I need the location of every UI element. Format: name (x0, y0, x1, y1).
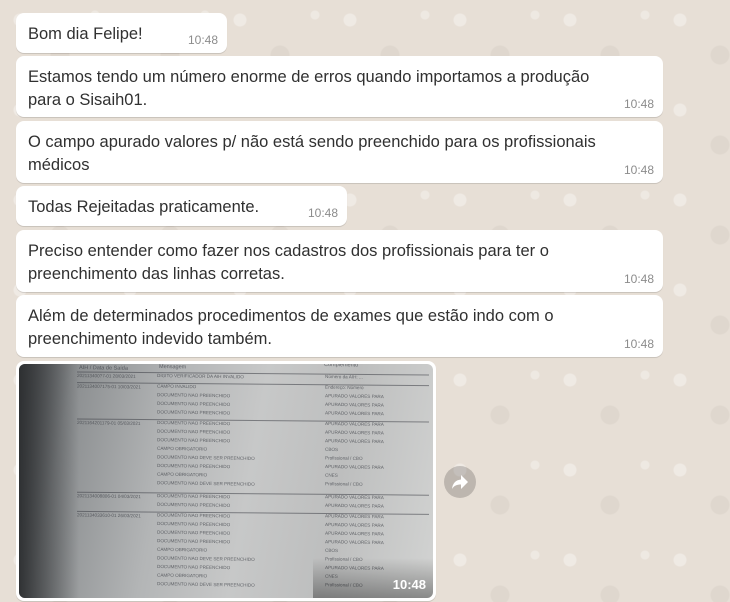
doc-complement: APURADO VALORES PARA (325, 410, 385, 416)
doc-complement: Profissional / CBO (325, 481, 363, 487)
message-text: Estamos tendo um número enorme de erros … (28, 68, 590, 109)
doc-complement: APURADO VALORES PARA (325, 531, 385, 537)
doc-complement: APURADO VALORES PARA (325, 503, 385, 509)
doc-complement: APURADO VALORES PARA (325, 539, 385, 545)
message-bubble[interactable]: Estamos tendo um número enorme de erros … (16, 56, 663, 117)
doc-complement: CBOS (325, 548, 338, 553)
message-text: Bom dia Felipe! (28, 25, 143, 43)
doc-message: DOCUMENTO NAO PREENCHIDO (157, 502, 231, 508)
doc-message: CAMPO OBRIGATORIO (157, 446, 208, 452)
message-time: 10:48 (307, 206, 338, 220)
document-photo[interactable]: AIH / Data de Saída Mensagem Complemento 20… (19, 364, 433, 598)
doc-complement: CNES (325, 473, 338, 478)
image-message[interactable]: AIH / Data de Saída Mensagem Complemento 20… (16, 361, 436, 601)
doc-aih: 2021134007175-01 10/03/2021 (77, 384, 141, 390)
doc-complement: APURADO VALORES PARA (325, 513, 385, 519)
doc-message: DOCUMENTO NAO DEVE SER PREENCHIDO (157, 480, 255, 487)
message-time: 10:48 (623, 337, 654, 351)
doc-complement: APURADO VALORES PARA (325, 430, 385, 436)
doc-message: DOCUMENTO NAO DEVE SER PREENCHIDO (157, 454, 255, 461)
doc-message: DOCUMENTO NAO PREENCHIDO (157, 463, 231, 469)
doc-complement: APURADO VALORES PARA (325, 421, 385, 427)
doc-message: DOCUMENTO NAO PREENCHIDO (157, 521, 231, 527)
doc-message: DOCUMENTO NAO PREENCHIDO (157, 437, 231, 443)
message-text: Além de determinados procedimentos de ex… (28, 307, 554, 348)
doc-message: DOCUMENTO NAO DEVE SER PREENCHIDO (157, 581, 255, 588)
doc-message: DOCUMENTO NAO PREENCHIDO (157, 538, 231, 544)
forward-button[interactable] (444, 466, 476, 498)
message-time: 10:48 (187, 33, 218, 47)
doc-header: AIH / Data de Saída (79, 365, 129, 372)
doc-message: DOCUMENTO NAO PREENCHIDO (157, 420, 231, 426)
message-text: Todas Rejeitadas praticamente. (28, 198, 260, 216)
doc-message: DOCUMENTO NAO PREENCHIDO (157, 530, 231, 536)
doc-aih: 2021164201179-01 05/03/2021 (77, 420, 141, 426)
doc-message: CAMPO OBRIGATORIO (157, 472, 208, 478)
doc-message: CAMPO INVALIDO (157, 384, 197, 390)
doc-aih: 202113400?7-01 28/03/2021 (77, 373, 136, 379)
doc-message: DOCUMENTO NAO DEVE SER PREENCHIDO (157, 555, 255, 562)
message-bubble[interactable]: Todas Rejeitadas praticamente. 10:48 (16, 186, 347, 226)
doc-message: DOCUMENTO NAO PREENCHIDO (157, 564, 231, 570)
doc-complement: APURADO VALORES PARA (325, 494, 385, 500)
doc-message: DOCUMENTO NAO PREENCHIDO (157, 429, 231, 435)
message-time: 10:48 (623, 272, 654, 286)
message-text: Preciso entender como fazer nos cadastro… (28, 242, 549, 283)
doc-complement: APURADO VALORES PARA (325, 402, 385, 408)
doc-complement: Número da AIH: ... (325, 374, 363, 380)
image-message-time: 10:48 (392, 577, 426, 592)
doc-complement: Profissional / CBO (325, 455, 363, 461)
message-bubble[interactable]: O campo apurado valores p/ não está send… (16, 121, 663, 183)
forward-arrow-icon (452, 475, 468, 489)
doc-aih: 2021134033610-01 26/03/2021 (77, 512, 141, 518)
doc-message: DOCUMENTO NAO PREENCHIDO (157, 392, 231, 398)
doc-message: DOCUMENTO NAO PREENCHIDO (157, 401, 231, 407)
message-time: 10:48 (623, 163, 654, 177)
doc-message: DOCUMENTO NAO PREENCHIDO (157, 512, 231, 518)
doc-message: CAMPO OBRIGATORIO (157, 573, 208, 579)
message-text: O campo apurado valores p/ não está send… (28, 133, 596, 174)
doc-complement: APURADO VALORES PARA (325, 438, 385, 444)
doc-header: Complemento (324, 364, 358, 369)
doc-complement: APURADO VALORES PARA (325, 522, 385, 528)
doc-message: DIGITO VERIFICADOR DA AIH INVALIDO (157, 373, 244, 379)
doc-message: DOCUMENTO NAO PREENCHIDO (157, 493, 231, 499)
message-bubble[interactable]: Além de determinados procedimentos de ex… (16, 295, 663, 357)
doc-complement: APURADO VALORES PARA (325, 464, 385, 470)
message-time: 10:48 (623, 97, 654, 111)
doc-message: CAMPO OBRIGATORIO (157, 547, 208, 553)
doc-complement: Endereço: Número (325, 385, 364, 391)
doc-aih: 2021134008806-01 04/03/2021 (77, 493, 141, 499)
doc-complement: CBOS (325, 447, 338, 452)
photo-shadow (19, 364, 79, 598)
doc-header: Mensagem (159, 364, 187, 370)
doc-complement: APURADO VALORES PARA (325, 393, 385, 399)
doc-message: DOCUMENTO NAO PREENCHIDO (157, 409, 231, 415)
message-bubble[interactable]: Preciso entender como fazer nos cadastro… (16, 230, 663, 292)
message-bubble[interactable]: Bom dia Felipe! 10:48 (16, 13, 227, 53)
